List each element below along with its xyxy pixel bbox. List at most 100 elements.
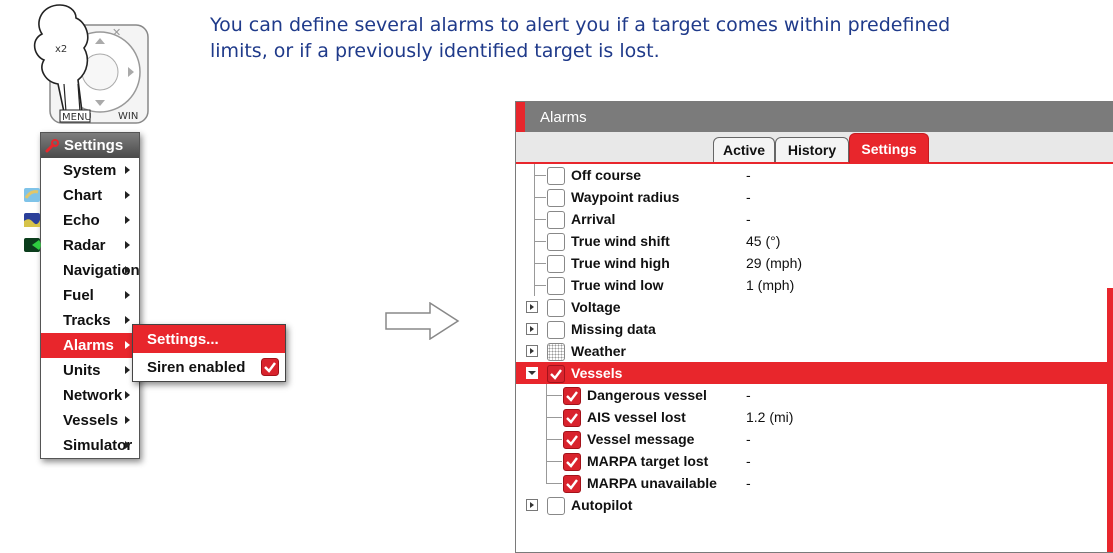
alarm-row-true-wind-low[interactable]: True wind low 1 (mph) xyxy=(516,274,1113,296)
alarm-row-marpa-unavailable[interactable]: MARPA unavailable - xyxy=(516,472,1113,494)
expand-icon[interactable] xyxy=(526,323,538,335)
alarm-value: 45 (°) xyxy=(746,233,781,249)
alarm-label: Weather xyxy=(571,343,626,359)
alarm-value: 1 (mph) xyxy=(746,277,795,293)
chevron-right-icon xyxy=(125,291,130,299)
menu-item-label: Simulator xyxy=(63,437,133,454)
echo-icon xyxy=(24,213,40,227)
collapse-icon[interactable] xyxy=(526,367,538,379)
alarm-checkbox[interactable] xyxy=(547,299,565,317)
submenu-settings[interactable]: Settings... xyxy=(133,325,285,353)
menu-item-label: Tracks xyxy=(63,312,111,329)
tab-history[interactable]: History xyxy=(775,137,849,162)
tab-settings[interactable]: Settings xyxy=(849,133,929,163)
alarm-row-weather[interactable]: Weather xyxy=(516,340,1113,362)
menu-item-navigation[interactable]: Navigation xyxy=(41,258,140,283)
alarm-checkbox[interactable] xyxy=(563,475,581,493)
alarm-row-true-wind-shift[interactable]: True wind shift 45 (°) xyxy=(516,230,1113,252)
alarm-checkbox[interactable] xyxy=(547,255,565,273)
menu-item-label: Vessels xyxy=(63,412,119,429)
alarm-checkbox[interactable] xyxy=(547,233,565,251)
intro-line-1: You can define several alarms to alert y… xyxy=(210,14,951,36)
alarm-label: True wind shift xyxy=(571,233,670,249)
menu-item-label: Fuel xyxy=(63,287,94,304)
alarm-row-marpa-target-lost[interactable]: MARPA target lost - xyxy=(516,450,1113,472)
alarm-row-arrival[interactable]: Arrival - xyxy=(516,208,1113,230)
alarm-row-true-wind-high[interactable]: True wind high 29 (mph) xyxy=(516,252,1113,274)
expand-icon[interactable] xyxy=(526,301,538,313)
alarm-checkbox[interactable] xyxy=(547,365,565,383)
tree-line xyxy=(534,285,546,286)
right-arrow-icon xyxy=(385,302,460,340)
alarm-checkbox[interactable] xyxy=(547,167,565,185)
alarm-row-off-course[interactable]: Off course - xyxy=(516,164,1113,186)
checkmark-icon xyxy=(566,479,578,490)
menu-item-system[interactable]: System xyxy=(41,158,139,183)
alarm-value: 29 (mph) xyxy=(746,255,803,271)
alarms-submenu: Settings... Siren enabled xyxy=(132,324,286,382)
chevron-right-icon xyxy=(125,441,130,449)
alarm-checkbox[interactable] xyxy=(547,189,565,207)
alarm-row-waypoint-radius[interactable]: Waypoint radius - xyxy=(516,186,1113,208)
tab-active-label: Active xyxy=(722,142,766,158)
alarm-row-voltage[interactable]: Voltage xyxy=(516,296,1113,318)
menu-item-fuel[interactable]: Fuel xyxy=(41,283,139,308)
menu-item-tracks[interactable]: Tracks xyxy=(41,308,139,333)
menu-item-network[interactable]: Network xyxy=(41,383,139,408)
alarm-checkbox[interactable] xyxy=(547,497,565,515)
scrollbar[interactable] xyxy=(1107,288,1113,552)
menu-item-label: System xyxy=(63,162,117,179)
chevron-right-icon xyxy=(125,316,130,324)
alarm-settings-list: Off course - Waypoint radius - Arrival - True … xyxy=(516,164,1113,552)
tree-line xyxy=(534,241,546,242)
settings-menu: Settings System Chart Echo Radar Navigation F… xyxy=(24,132,140,459)
alarm-checkbox[interactable] xyxy=(563,387,581,405)
menu-item-echo[interactable]: Echo xyxy=(24,208,139,233)
menu-item-chart[interactable]: Chart xyxy=(24,183,139,208)
alarm-label: MARPA unavailable xyxy=(587,475,717,491)
expand-icon[interactable] xyxy=(526,345,538,357)
menu-item-simulator[interactable]: Simulator xyxy=(41,433,139,458)
alarm-value: - xyxy=(746,189,751,205)
tabs-bar: Active History Settings xyxy=(516,132,1113,164)
tab-active[interactable]: Active xyxy=(713,137,775,162)
alarm-checkbox[interactable] xyxy=(547,211,565,229)
alarm-label: Dangerous vessel xyxy=(587,387,707,403)
chevron-right-icon xyxy=(125,191,130,199)
alarm-label: Off course xyxy=(571,167,642,183)
alarm-row-ais-vessel-lost[interactable]: AIS vessel lost 1.2 (mi) xyxy=(516,406,1113,428)
alarm-row-dangerous-vessel[interactable]: Dangerous vessel - xyxy=(516,384,1113,406)
siren-checkbox[interactable] xyxy=(261,358,279,376)
alarm-checkbox[interactable] xyxy=(547,277,565,295)
checkmark-icon xyxy=(566,391,578,402)
menu-item-alarms[interactable]: Alarms xyxy=(41,333,139,358)
alarm-checkbox[interactable] xyxy=(563,409,581,427)
tab-history-label: History xyxy=(787,142,837,158)
keypad-illustration: ✕ WIN MENU x2 xyxy=(33,4,149,124)
alarm-row-vessel-message[interactable]: Vessel message - xyxy=(516,428,1113,450)
alarm-value: - xyxy=(746,431,751,447)
alarm-label: Autopilot xyxy=(571,497,633,513)
alarm-checkbox[interactable] xyxy=(547,343,565,361)
submenu-siren-enabled[interactable]: Siren enabled xyxy=(133,353,285,381)
menu-item-label: Network xyxy=(63,387,123,404)
menu-item-units[interactable]: Units xyxy=(41,358,139,383)
checkmark-icon xyxy=(566,435,578,446)
alarm-checkbox[interactable] xyxy=(563,431,581,449)
expand-icon[interactable] xyxy=(526,499,538,511)
alarm-label: AIS vessel lost xyxy=(587,409,686,425)
tree-line xyxy=(534,175,546,176)
win-key-label: WIN xyxy=(118,111,138,122)
alarm-checkbox[interactable] xyxy=(547,321,565,339)
menu-item-radar[interactable]: Radar xyxy=(24,233,139,258)
menu-item-label: Alarms xyxy=(63,337,114,354)
menu-item-vessels[interactable]: Vessels xyxy=(41,408,139,433)
alarm-row-missing-data[interactable]: Missing data xyxy=(516,318,1113,340)
submenu-settings-label: Settings... xyxy=(147,330,219,348)
alarm-row-vessels[interactable]: Vessels xyxy=(516,362,1113,384)
menu-item-label: Chart xyxy=(63,187,103,204)
alarm-row-autopilot[interactable]: Autopilot xyxy=(516,494,1113,516)
tree-line xyxy=(546,439,562,440)
alarm-checkbox[interactable] xyxy=(563,453,581,471)
alarm-value: - xyxy=(746,475,751,491)
